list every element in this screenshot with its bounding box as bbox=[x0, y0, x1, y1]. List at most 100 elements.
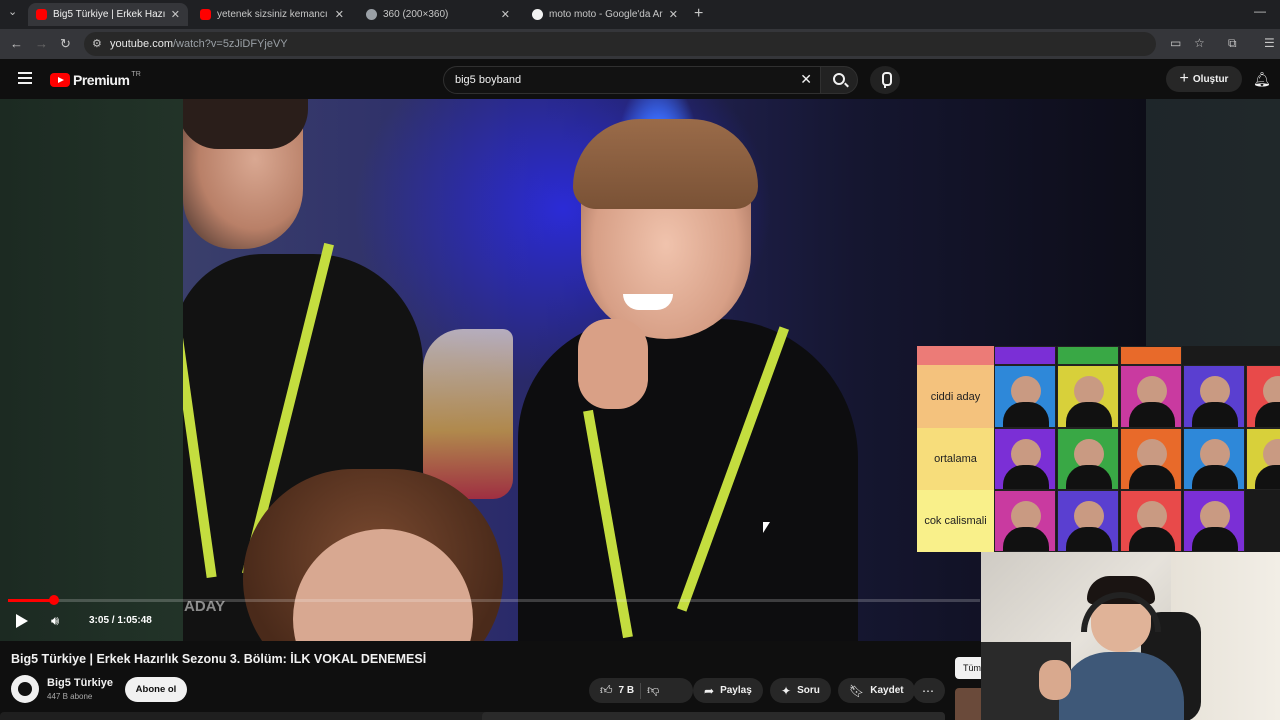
subscribe-button[interactable]: Abone ol bbox=[125, 677, 187, 702]
subscriber-count: 447 B abone bbox=[47, 692, 93, 701]
member-figure bbox=[1129, 376, 1175, 427]
scrubber-handle[interactable] bbox=[49, 595, 59, 605]
close-tab-icon[interactable]: ✕ bbox=[669, 8, 678, 21]
person-left-hair bbox=[183, 99, 308, 149]
channel-name[interactable]: Big5 Türkiye bbox=[47, 677, 113, 689]
member-figure bbox=[1003, 439, 1049, 489]
progress-bar[interactable] bbox=[8, 595, 980, 605]
tier-member-photo bbox=[1057, 346, 1119, 365]
tab-title: moto moto - Google'da Ara bbox=[549, 9, 663, 20]
mouse-cursor-icon bbox=[763, 522, 770, 533]
tab-title: yetenek sizsiniz kemancı çocuk bbox=[217, 9, 329, 20]
ask-button[interactable]: ✦ Soru bbox=[770, 678, 831, 703]
cast-icon[interactable]: ▭ bbox=[1170, 36, 1181, 50]
country-code: TR bbox=[131, 70, 141, 78]
url-field[interactable]: ⚙ youtube.com/watch?v=5zJiDFYjeVY bbox=[84, 32, 1156, 56]
extensions-icon[interactable]: ⧉ bbox=[1228, 36, 1237, 51]
forward-icon[interactable]: → bbox=[35, 36, 48, 51]
search-button[interactable] bbox=[820, 66, 858, 94]
share-button[interactable]: ➦ Paylaş bbox=[693, 678, 763, 703]
member-figure bbox=[1192, 501, 1238, 551]
filter-chip-all[interactable]: Tüm bbox=[955, 657, 981, 679]
tier-member-photo bbox=[1057, 428, 1119, 490]
tier-label: cok calismali bbox=[917, 490, 994, 552]
back-icon[interactable]: ← bbox=[10, 36, 23, 51]
tier-member-photo bbox=[994, 346, 1056, 365]
progress-fill bbox=[8, 599, 54, 602]
tier-member-photo bbox=[1183, 490, 1245, 552]
search-icon bbox=[833, 73, 845, 85]
tab-google[interactable]: moto moto - Google'da Ara ✕ bbox=[524, 3, 686, 26]
member-figure bbox=[1066, 501, 1112, 551]
webcam-hand bbox=[1039, 660, 1071, 700]
member-figure bbox=[1255, 376, 1280, 427]
tier-member-photo bbox=[1057, 490, 1119, 552]
youtube-premium-logo[interactable]: Premium TR bbox=[50, 70, 141, 88]
member-figure bbox=[1066, 439, 1112, 489]
description-box-right[interactable] bbox=[482, 712, 945, 720]
share-icon: ➦ bbox=[704, 683, 715, 698]
volume-icon[interactable]: 🔊︎ bbox=[51, 613, 59, 629]
tab-search-icon[interactable]: ⌄ bbox=[8, 5, 17, 18]
minimize-icon[interactable]: — bbox=[1254, 4, 1266, 18]
tab-bar: ⌄ Big5 Türkiye | Erkek Hazırlık Sez ✕ ye… bbox=[0, 0, 1280, 29]
screen: ⌄ Big5 Türkiye | Erkek Hazırlık Sez ✕ ye… bbox=[0, 0, 1280, 720]
globe-favicon-icon bbox=[366, 9, 377, 20]
tier-label bbox=[917, 346, 994, 365]
webcam-shirt bbox=[1059, 652, 1184, 720]
play-icon[interactable] bbox=[16, 614, 28, 628]
tier-member-photo bbox=[1183, 365, 1245, 428]
ask-label: Soru bbox=[797, 685, 820, 696]
clear-search-icon[interactable]: ✕ bbox=[800, 71, 812, 88]
save-label: Kaydet bbox=[870, 685, 904, 696]
like-count[interactable]: 7 B bbox=[619, 685, 635, 696]
member-figure bbox=[1129, 439, 1175, 489]
background-banner bbox=[423, 329, 513, 499]
notifications-bell-icon[interactable]: 🔔︎ bbox=[1253, 71, 1271, 88]
close-tab-icon[interactable]: ✕ bbox=[335, 8, 344, 21]
member-figure bbox=[1192, 376, 1238, 427]
member-figure bbox=[1003, 376, 1049, 427]
youtube-favicon-icon bbox=[36, 9, 47, 20]
bookmark-star-icon[interactable]: ☆ bbox=[1194, 36, 1205, 50]
tier-member-photo bbox=[1183, 428, 1245, 490]
divider bbox=[640, 682, 642, 699]
related-thumbnail[interactable] bbox=[955, 688, 981, 720]
tab-yetenek[interactable]: yetenek sizsiniz kemancı çocuk ✕ bbox=[192, 3, 352, 26]
more-icon: ⋯ bbox=[922, 683, 934, 698]
tier-member-photo bbox=[1120, 365, 1182, 428]
like-dislike-group: 👍︎ 7 B 👎︎ bbox=[589, 678, 693, 703]
tier-list-overlay: ciddi aday ortalama cok calismali bbox=[917, 346, 1280, 552]
menu-icon[interactable] bbox=[18, 72, 32, 84]
create-button[interactable]: + Oluştur bbox=[1166, 66, 1242, 92]
site-info-icon[interactable]: ⚙ bbox=[92, 37, 102, 50]
member-figure bbox=[1192, 439, 1238, 489]
like-icon[interactable]: 👍︎ bbox=[600, 683, 613, 698]
tier-member-photo bbox=[1246, 365, 1280, 428]
dislike-icon[interactable]: 👎︎ bbox=[647, 683, 659, 698]
close-tab-icon[interactable]: ✕ bbox=[171, 8, 180, 21]
tier-member-photo bbox=[1057, 365, 1119, 428]
youtube-header: Premium TR big5 boyband ✕ + Oluştur 🔔︎ bbox=[0, 59, 1280, 99]
channel-avatar[interactable] bbox=[11, 675, 39, 703]
search-input[interactable]: big5 boyband ✕ bbox=[443, 66, 823, 94]
tab-image[interactable]: 360 (200×360) ✕ bbox=[358, 3, 518, 26]
search-query: big5 boyband bbox=[455, 74, 522, 86]
voice-search-icon[interactable] bbox=[870, 66, 900, 94]
tier-member-photo bbox=[994, 490, 1056, 552]
tier-label: ciddi aday bbox=[917, 365, 994, 428]
plus-icon: + bbox=[1179, 70, 1189, 87]
tier-member-photo bbox=[1120, 490, 1182, 552]
save-button[interactable]: 🔖︎ Kaydet bbox=[838, 678, 915, 703]
video-title: Big5 Türkiye | Erkek Hazırlık Sezonu 3. … bbox=[11, 652, 427, 666]
more-actions-button[interactable]: ⋯ bbox=[913, 678, 945, 703]
new-tab-icon[interactable]: + bbox=[694, 5, 703, 23]
member-figure bbox=[1066, 376, 1112, 427]
sidebar-icon[interactable]: ☰ bbox=[1264, 36, 1275, 50]
tab-big5[interactable]: Big5 Türkiye | Erkek Hazırlık Sez ✕ bbox=[28, 3, 188, 26]
close-tab-icon[interactable]: ✕ bbox=[501, 8, 510, 21]
reload-icon[interactable]: ↻ bbox=[60, 36, 71, 52]
tier-member-photo bbox=[994, 365, 1056, 428]
url-path: /watch?v=5zJiDFYjeVY bbox=[172, 38, 288, 50]
address-bar: ← → ↻ ⚙ youtube.com/watch?v=5zJiDFYjeVY … bbox=[0, 29, 1280, 59]
